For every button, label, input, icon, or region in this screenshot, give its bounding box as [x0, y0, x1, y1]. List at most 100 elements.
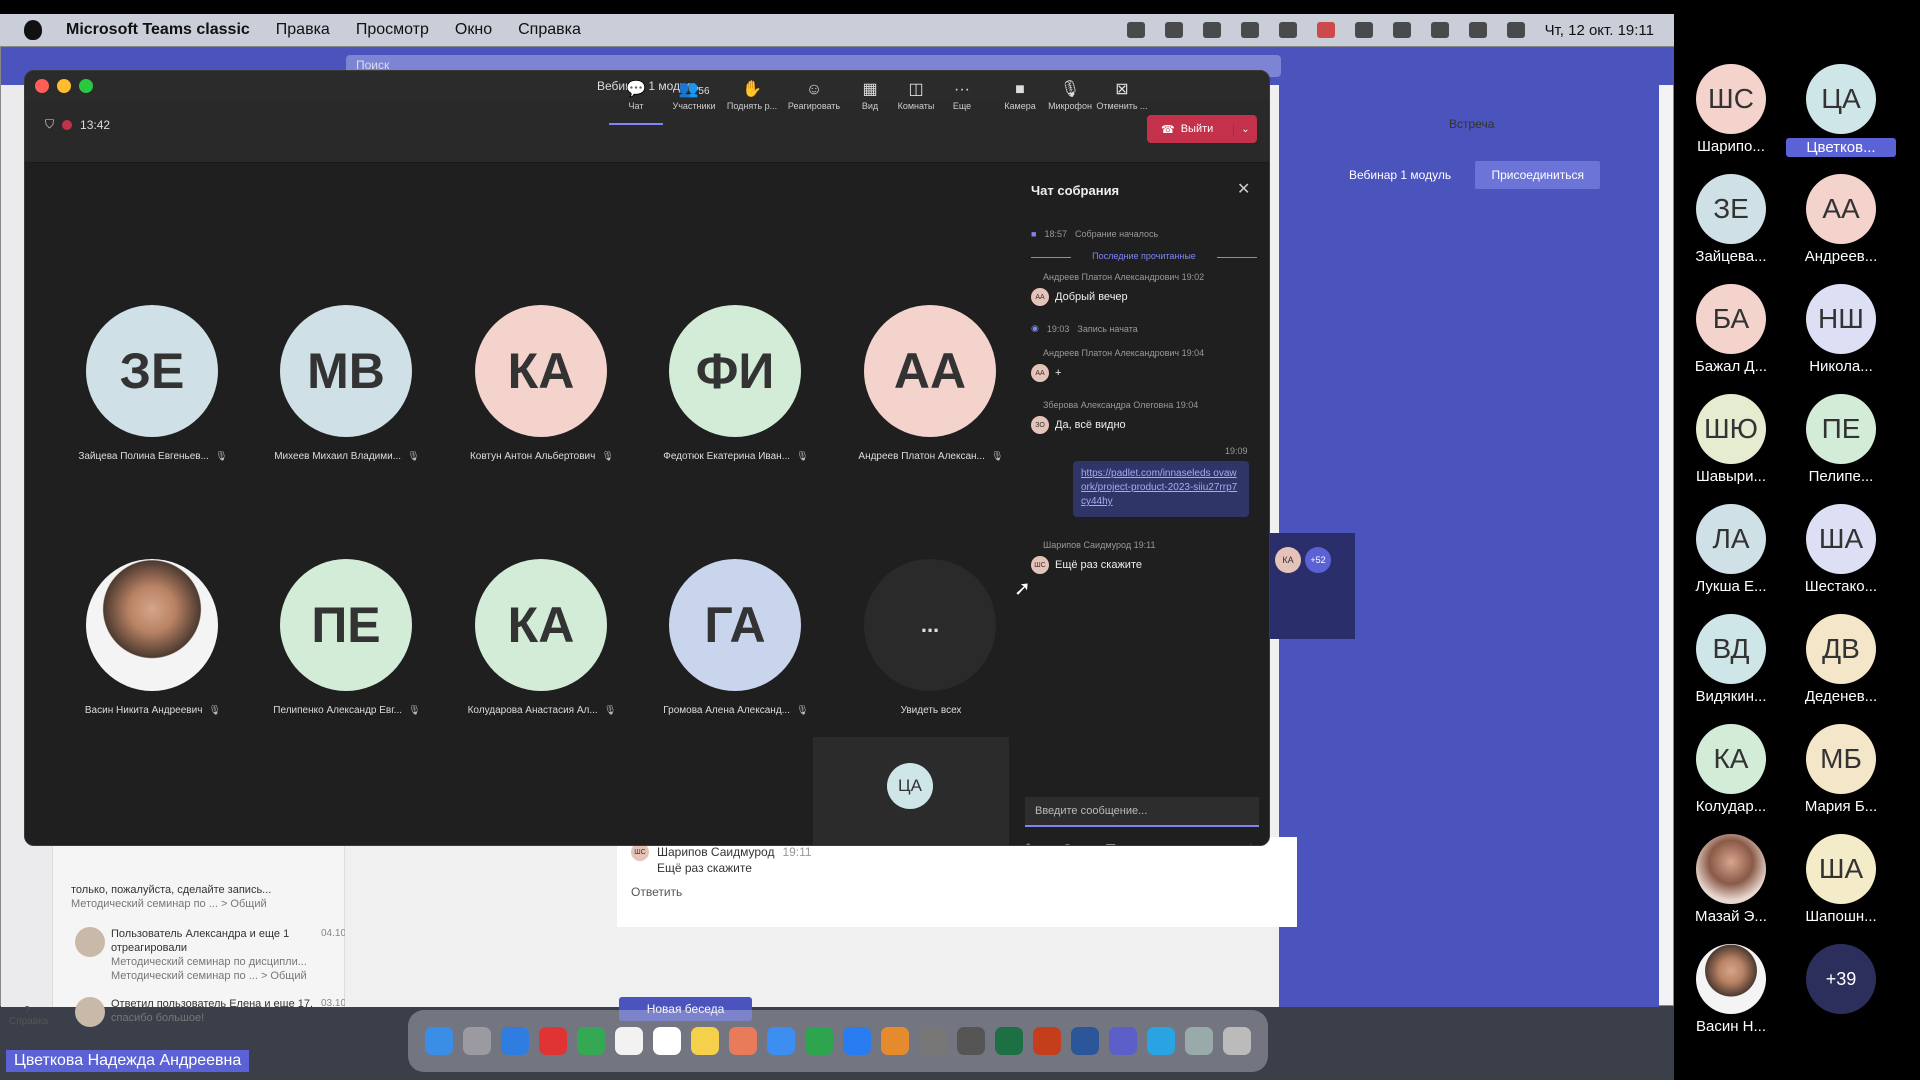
gallery-tile[interactable]: Мазай Э...: [1676, 834, 1786, 925]
participant-tile[interactable]: ПЕ Пелипенко Александр Евг... 🎙: [247, 559, 437, 739]
user-icon[interactable]: [1430, 22, 1449, 38]
battery-icon[interactable]: [1354, 22, 1373, 38]
calendar-icon[interactable]: [653, 1027, 681, 1055]
list-item[interactable]: только, пожалуйста, сделайте запись... М…: [71, 883, 341, 911]
gallery-tile[interactable]: КА Колудар...: [1676, 724, 1786, 815]
launchpad-icon[interactable]: [463, 1027, 491, 1055]
gallery-tile[interactable]: ДВ Деденев...: [1786, 614, 1896, 705]
gallery-tile[interactable]: ШЮ Шавыри...: [1676, 394, 1786, 485]
teams-icon[interactable]: [1109, 1027, 1137, 1055]
close-icon[interactable]: ✕: [1237, 179, 1250, 199]
more-button[interactable]: ··· Еще: [935, 79, 989, 111]
volume-icon[interactable]: [1278, 22, 1297, 38]
link-message[interactable]: https://padlet.com/innaseleds ovawork/pr…: [1073, 461, 1249, 517]
list-item[interactable]: Пользователь Александра и еще 1 отреагир…: [71, 927, 346, 983]
close-window-button[interactable]: [35, 79, 49, 93]
chat-message-input[interactable]: Введите сообщение...: [1025, 797, 1259, 827]
gallery-tile[interactable]: ПЕ Пелипе...: [1786, 394, 1896, 485]
flag-icon[interactable]: [1316, 22, 1335, 38]
gallery-tile[interactable]: БА Бажал Д...: [1676, 284, 1786, 375]
mail-icon[interactable]: [767, 1027, 795, 1055]
stop-share-button[interactable]: ⊠ Отменить ...: [1095, 79, 1149, 111]
join-button[interactable]: Присоединиться: [1475, 161, 1600, 189]
raise-hand-button[interactable]: ✋ Поднять р...: [725, 79, 779, 111]
minimize-window-button[interactable]: [57, 79, 71, 93]
reply-link[interactable]: Ответить: [631, 885, 1283, 899]
pages-icon[interactable]: [691, 1027, 719, 1055]
loop-icon[interactable]: ◎: [1062, 841, 1072, 845]
self-view[interactable]: ЦА: [813, 737, 1009, 845]
gallery-tile[interactable]: ЛА Лукша Е...: [1676, 504, 1786, 595]
maximize-window-button[interactable]: [79, 79, 93, 93]
participant-tile[interactable]: ГА Громова Алена Александ... 🎙: [636, 559, 826, 739]
gallery-tile[interactable]: АА Андреев...: [1786, 174, 1896, 265]
meet-button[interactable]: Встреча: [1449, 117, 1494, 131]
telegram-icon[interactable]: [1147, 1027, 1175, 1055]
send-icon[interactable]: ➤: [1249, 841, 1259, 845]
attach-icon[interactable]: ⌀: [1045, 841, 1052, 845]
cloud-icon[interactable]: [1202, 22, 1221, 38]
numbers-icon[interactable]: [577, 1027, 605, 1055]
list-item[interactable]: Ответил пользователь Елена и еще 17. спа…: [71, 997, 346, 1027]
gallery-tile[interactable]: ВД Видякин...: [1676, 614, 1786, 705]
app-store-icon[interactable]: [843, 1027, 871, 1055]
excel-icon[interactable]: [995, 1027, 1023, 1055]
screen-icon[interactable]: [957, 1027, 985, 1055]
wifi-icon[interactable]: [1392, 22, 1411, 38]
participant-tile[interactable]: ЗЕ Зайцева Полина Евгеньев... 🎙: [53, 305, 243, 485]
apple-icon[interactable]: [24, 20, 42, 40]
books-icon[interactable]: [881, 1027, 909, 1055]
gallery-tile[interactable]: ША Шапошн...: [1786, 834, 1896, 925]
dropbox-icon[interactable]: [1164, 22, 1183, 38]
participant-tile[interactable]: МВ Михеев Михаил Владими... 🎙: [247, 305, 437, 485]
status-app-icon[interactable]: [1126, 22, 1145, 38]
sticker-icon[interactable]: ▣: [1105, 841, 1116, 845]
help-button[interactable]: ? Справка: [9, 1005, 48, 1027]
notes-icon[interactable]: [615, 1027, 643, 1055]
opera-icon[interactable]: [539, 1027, 567, 1055]
safari-icon[interactable]: [501, 1027, 529, 1055]
participant-tile[interactable]: КА Колударова Анастасия Ал... 🎙: [442, 559, 632, 739]
chrome-icon[interactable]: [805, 1027, 833, 1055]
participant-tile[interactable]: АА Андреев Платон Алексан... 🎙: [831, 305, 1021, 485]
powerpoint-icon[interactable]: [1033, 1027, 1061, 1055]
search-icon[interactable]: [1468, 22, 1487, 38]
more-icon[interactable]: ···: [1148, 841, 1160, 845]
format-icon[interactable]: ✎: [1025, 841, 1035, 845]
camera-button[interactable]: ■ Камера: [993, 79, 1047, 111]
react-button[interactable]: ☺ Реагировать: [787, 79, 841, 111]
participant-tile[interactable]: Васин Никита Андреевич 🎙: [53, 559, 243, 739]
play-icon[interactable]: [1240, 22, 1259, 38]
gallery-tile[interactable]: ЗЕ Зайцева...: [1676, 174, 1786, 265]
chevron-down-icon[interactable]: ⌄: [1233, 123, 1257, 135]
gallery-tile[interactable]: НШ Никола...: [1786, 284, 1896, 375]
finder-icon[interactable]: [425, 1027, 453, 1055]
video-message-icon[interactable]: ▭: [1126, 841, 1137, 845]
menu-help[interactable]: Справка: [518, 21, 581, 39]
control-center-icon[interactable]: [1506, 22, 1525, 38]
gallery-tile[interactable]: Васин Н...: [1676, 944, 1786, 1035]
gallery-tile[interactable]: ЦА Цветков...: [1786, 64, 1896, 157]
chat-message[interactable]: Зберова Александра Олеговна 19:04 ЗО Да, …: [1031, 399, 1257, 434]
downloads-icon[interactable]: [1185, 1027, 1213, 1055]
leave-button[interactable]: ☎ Выйти ⌄: [1147, 115, 1257, 143]
emoji-icon[interactable]: ☺: [1083, 841, 1095, 845]
chat-button[interactable]: 💬 Чат: [609, 79, 663, 125]
gallery-tile[interactable]: МБ Мария Б...: [1786, 724, 1896, 815]
photos-icon[interactable]: [729, 1027, 757, 1055]
menu-view[interactable]: Просмотр: [356, 21, 429, 39]
chat-message[interactable]: Шарипов Саидмурод 19:11 ШС Ещё раз скажит…: [1031, 539, 1257, 574]
settings-icon[interactable]: [919, 1027, 947, 1055]
participant-tile[interactable]: ФИ Федотюк Екатерина Иван... 🎙: [636, 305, 826, 485]
more-participants-badge[interactable]: +52: [1305, 547, 1331, 573]
more-participants-tile[interactable]: +39: [1786, 944, 1896, 1014]
menu-app-name[interactable]: Microsoft Teams classic: [66, 21, 250, 39]
chat-message[interactable]: Андреев Платон Александрович 19:02 АА Доб…: [1031, 271, 1257, 306]
see-all-tile[interactable]: ... Увидеть всех: [831, 559, 1021, 739]
gallery-tile[interactable]: ША Шестако...: [1786, 504, 1896, 595]
menu-window[interactable]: Окно: [455, 21, 492, 39]
microphone-button[interactable]: 🎙 Микрофон: [1043, 79, 1097, 111]
trash-icon[interactable]: [1223, 1027, 1251, 1055]
participant-tile[interactable]: КА Ковтун Антон Альбертович 🎙: [442, 305, 632, 485]
participants-button[interactable]: 👥56 Участники: [667, 79, 721, 111]
